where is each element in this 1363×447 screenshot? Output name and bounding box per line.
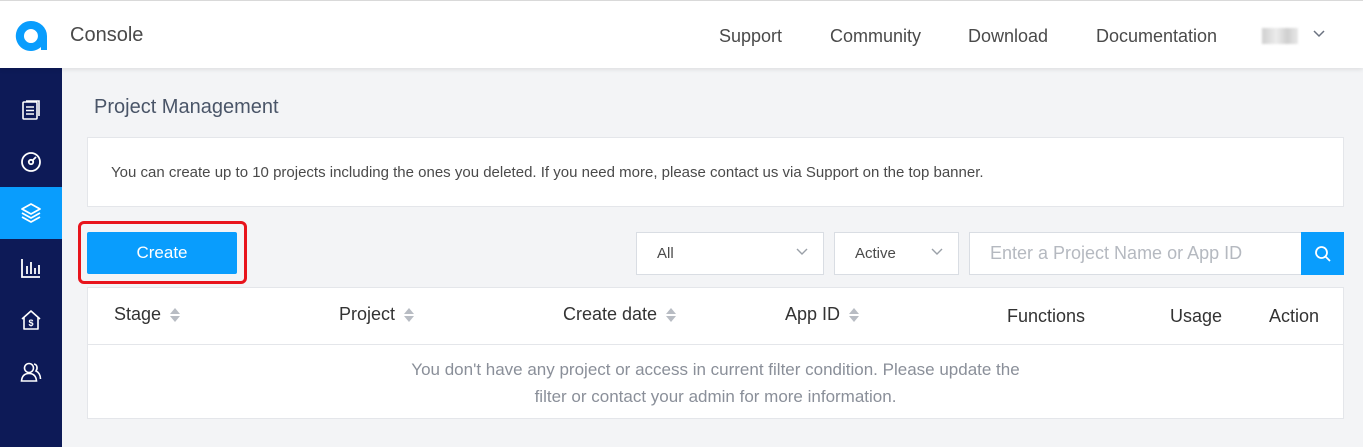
column-create-date[interactable]: Create date: [563, 304, 677, 325]
info-notice: You can create up to 10 projects includi…: [87, 137, 1344, 207]
top-header: Console Support Community Download Docum…: [0, 0, 1363, 68]
nav-support[interactable]: Support: [719, 26, 782, 47]
column-label: Functions: [1007, 306, 1086, 326]
house-dollar-icon: $: [21, 310, 41, 330]
nav-documentation[interactable]: Documentation: [1096, 26, 1217, 47]
empty-state-message: You don't have any project or access in …: [88, 356, 1343, 410]
search-input[interactable]: [969, 232, 1302, 275]
search-icon: [1314, 245, 1331, 262]
column-usage: Usage: [1170, 306, 1222, 327]
sort-icon: [666, 307, 677, 322]
sort-icon: [170, 307, 181, 322]
console-title[interactable]: Console: [70, 24, 143, 47]
sidebar-item-members[interactable]: [0, 346, 62, 398]
stage-filter-value: All: [657, 245, 674, 262]
user-avatar[interactable]: [1262, 28, 1298, 44]
notice-text: You can create up to 10 projects includi…: [111, 164, 984, 181]
column-functions: Functions: [1007, 306, 1085, 327]
sidebar-item-overview[interactable]: [0, 84, 62, 136]
sidebar-item-billing[interactable]: $: [0, 294, 62, 346]
column-label: Action: [1269, 306, 1320, 326]
chevron-down-icon: [931, 248, 943, 255]
status-filter-select[interactable]: Active: [834, 232, 959, 275]
nav-download[interactable]: Download: [968, 26, 1048, 47]
table-header: Stage Project Create date App ID Functio…: [88, 288, 1343, 345]
page-title: Project Management: [94, 96, 279, 118]
column-app-id[interactable]: App ID: [785, 304, 860, 325]
column-label: Usage: [1170, 306, 1223, 326]
column-label: Stage: [114, 304, 162, 324]
sort-icon: [849, 307, 860, 322]
document-list-icon: [22, 100, 40, 120]
svg-text:$: $: [28, 318, 33, 328]
empty-state-line: You don't have any project or access in …: [411, 360, 1020, 379]
agora-logo-icon[interactable]: [14, 19, 48, 51]
column-label: App ID: [785, 304, 841, 324]
sidebar-item-usage[interactable]: [0, 242, 62, 294]
create-button[interactable]: Create: [87, 232, 237, 274]
dashboard-gauge-icon: [21, 152, 41, 172]
projects-table: Stage Project Create date App ID Functio…: [87, 287, 1344, 419]
sidebar-item-projects[interactable]: [0, 187, 62, 239]
bar-chart-icon: [21, 259, 40, 278]
column-project[interactable]: Project: [339, 304, 415, 325]
status-filter-value: Active: [855, 245, 896, 262]
layers-icon: [21, 203, 41, 223]
stage-filter-select[interactable]: All: [636, 232, 824, 275]
column-label: Project: [339, 304, 396, 324]
empty-state-line: filter or contact your admin for more in…: [534, 387, 897, 406]
chevron-down-icon: [796, 248, 808, 255]
search-button[interactable]: [1301, 232, 1344, 275]
column-stage[interactable]: Stage: [114, 304, 181, 325]
sort-icon: [404, 307, 415, 322]
chevron-down-icon[interactable]: [1312, 29, 1326, 39]
users-icon: [20, 362, 42, 382]
column-label: Create date: [563, 304, 658, 324]
nav-community[interactable]: Community: [830, 26, 921, 47]
sidebar: $: [0, 68, 62, 447]
sidebar-item-dashboard[interactable]: [0, 136, 62, 188]
column-action: Action: [1269, 306, 1319, 327]
